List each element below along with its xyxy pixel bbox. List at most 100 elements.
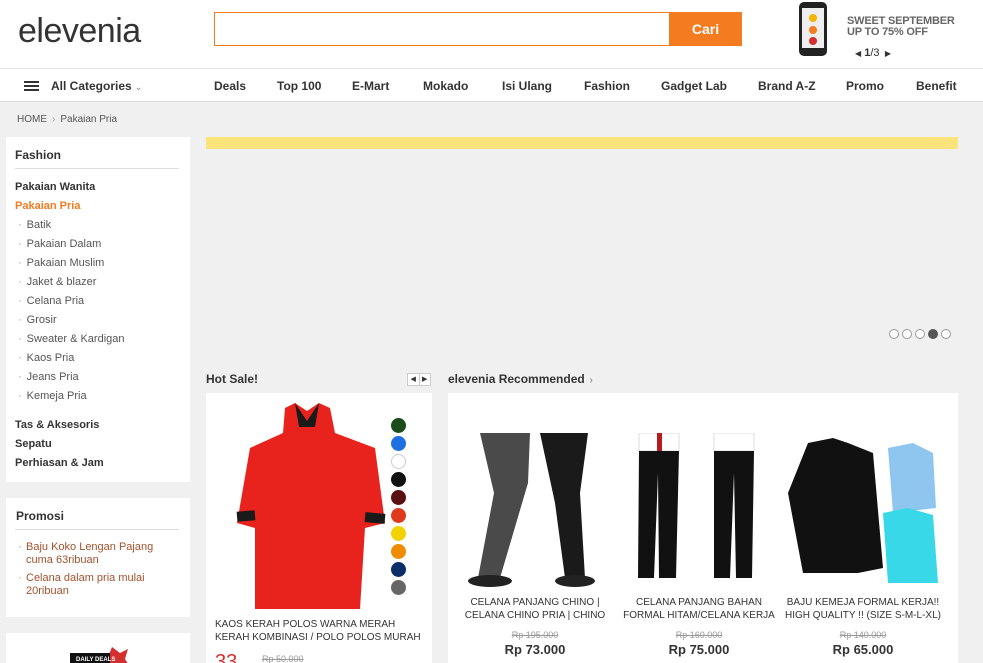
nav-item-isi-ulang[interactable]: Isi Ulang — [502, 79, 552, 93]
promosi-link-label: Baju Koko Lengan Pajang cuma 63ribuan — [26, 541, 154, 566]
nav-item-gadget-lab[interactable]: Gadget Lab — [661, 79, 727, 93]
hot-sale-card[interactable]: KAOS KERAH POLOS WARNA MERAH KERAH KOMBI… — [206, 393, 432, 663]
color-swatches — [391, 418, 406, 598]
nav-item-emart[interactable]: E-Mart — [352, 79, 389, 93]
breadcrumb-current[interactable]: Pakaian Pria — [60, 114, 117, 125]
prev-arrow-icon[interactable]: ◀ — [408, 374, 420, 385]
elevenia-logo[interactable]: elevenia — [18, 12, 141, 51]
banner-dot[interactable] — [915, 329, 925, 339]
breadcrumb: HOME › Pakaian Pria — [17, 114, 117, 125]
nav-item-fashion[interactable]: Fashion — [584, 79, 630, 93]
header: elevenia Cari SWEET SEPTEMBER UP TO 75% … — [0, 0, 983, 68]
menu-icon[interactable] — [24, 81, 39, 91]
product-price: 33 — [215, 651, 238, 663]
product-card[interactable]: BAJU KEMEJA FORMAL KERJA!! HIGH QUALITY … — [785, 433, 941, 657]
hero-banner[interactable] — [206, 137, 958, 349]
logo-text: elevenia — [18, 12, 141, 50]
phone-promo-icon[interactable] — [799, 2, 827, 56]
promosi-link[interactable]: · Celana dalam pria mulai 20ribuan — [18, 572, 178, 598]
all-categories-label: All Categories — [51, 79, 132, 93]
breadcrumb-home[interactable]: HOME — [17, 114, 47, 125]
swatch[interactable] — [391, 490, 406, 505]
product-name[interactable]: CELANA PANJANG CHINO | CELANA CHINO PRIA… — [455, 596, 615, 622]
main-nav: All Categories ⌄ Deals Top 100 E-Mart Mok… — [0, 68, 983, 102]
nav-item-brand-az[interactable]: Brand A-Z — [758, 79, 816, 93]
nav-item-benefit[interactable]: Benefit — [916, 79, 957, 93]
next-arrow-icon[interactable]: ▶ — [883, 49, 891, 58]
divider — [15, 168, 179, 169]
subcategory-item[interactable]: · Kemeja Pria — [18, 390, 87, 402]
product-old-price: Rp 195.000 — [511, 630, 559, 640]
category-tas-aksesoris[interactable]: Tas & Aksesoris — [15, 419, 99, 431]
subcategory-item[interactable]: · Sweater & Kardigan — [18, 333, 125, 345]
subcategory-item[interactable]: · Pakaian Dalam — [18, 238, 101, 250]
nav-item-mokado[interactable]: Mokado — [423, 79, 468, 93]
swatch[interactable] — [391, 508, 406, 523]
subcategory-item[interactable]: · Batik — [18, 219, 51, 231]
daily-deals-panel[interactable]: DAILY DEALS — [6, 633, 190, 663]
daily-deals-logo: DAILY DEALS — [70, 647, 128, 663]
promo-banner-text[interactable]: SWEET SEPTEMBER UP TO 75% OFF — [847, 16, 955, 38]
subcategory-item[interactable]: · Kaos Pria — [18, 352, 74, 364]
search-input[interactable] — [215, 13, 670, 45]
category-perhiasan-jam[interactable]: Perhiasan & Jam — [15, 457, 104, 469]
category-pakaian-wanita[interactable]: Pakaian Wanita — [15, 181, 95, 193]
promosi-title: Promosi — [16, 509, 65, 523]
promosi-link-label: Celana dalam pria mulai 20ribuan — [26, 572, 145, 597]
subcategory-label: Pakaian Muslim — [26, 257, 105, 269]
prev-arrow-icon[interactable]: ◀ — [855, 49, 861, 58]
subcategory-item[interactable]: · Jeans Pria — [18, 371, 79, 383]
product-name[interactable]: BAJU KEMEJA FORMAL KERJA!! HIGH QUALITY … — [783, 596, 943, 622]
banner-dot[interactable] — [889, 329, 899, 339]
subcategory-item[interactable]: · Pakaian Muslim — [18, 257, 104, 269]
recommended-title[interactable]: elevenia Recommended › — [448, 372, 593, 386]
banner-dot[interactable] — [941, 329, 951, 339]
chevron-right-icon: › — [586, 375, 593, 386]
search-box[interactable] — [214, 12, 670, 46]
subcategory-item[interactable]: · Celana Pria — [18, 295, 84, 307]
sidebar-title[interactable]: Fashion — [15, 148, 61, 162]
subcategory-label: Celana Pria — [26, 295, 85, 307]
swatch[interactable] — [391, 418, 406, 433]
swatch[interactable] — [391, 562, 406, 577]
product-name[interactable]: CELANA PANJANG BAHAN FORMAL HITAM/CELANA… — [619, 596, 779, 622]
product-image — [788, 438, 938, 583]
next-arrow-icon[interactable]: ▶ — [420, 374, 431, 385]
nav-item-deals[interactable]: Deals — [214, 79, 246, 93]
recommended-card: CELANA PANJANG CHINO | CELANA CHINO PRIA… — [448, 393, 958, 663]
banner-dot-active[interactable] — [928, 329, 938, 339]
subcategory-label: Batik — [26, 219, 52, 231]
category-pakaian-pria[interactable]: Pakaian Pria — [15, 200, 80, 212]
subcategory-label: Jaket & blazer — [26, 276, 97, 288]
product-name[interactable]: KAOS KERAH POLOS WARNA MERAH KERAH KOMBI… — [215, 618, 427, 644]
promo-line-2: UP TO 75% OFF — [847, 26, 928, 38]
subcategory-label: Jeans Pria — [26, 371, 79, 383]
swatch[interactable] — [391, 472, 406, 487]
nav-item-top100[interactable]: Top 100 — [277, 79, 321, 93]
banner-dot[interactable] — [902, 329, 912, 339]
swatch[interactable] — [391, 436, 406, 451]
subcategory-item[interactable]: · Grosir — [18, 314, 57, 326]
swatch[interactable] — [391, 526, 406, 541]
all-categories-dropdown[interactable]: All Categories ⌄ — [51, 79, 142, 93]
subcategory-label: Kaos Pria — [26, 352, 75, 364]
category-sepatu[interactable]: Sepatu — [15, 438, 52, 450]
banner-pagination — [889, 328, 954, 342]
subcategory-item[interactable]: · Jaket & blazer — [18, 276, 96, 288]
banner-strip — [206, 137, 958, 149]
nav-item-promo[interactable]: Promo — [846, 79, 884, 93]
product-card[interactable]: CELANA PANJANG BAHAN FORMAL HITAM/CELANA… — [623, 432, 775, 657]
swatch[interactable] — [391, 580, 406, 595]
pager-total: /3 — [870, 47, 880, 59]
promosi-link[interactable]: · Baju Koko Lengan Pajang cuma 63ribuan — [18, 541, 178, 567]
daily-deals-label: DAILY DEALS — [76, 657, 115, 663]
subcategory-label: Grosir — [26, 314, 57, 326]
swatch[interactable] — [391, 454, 406, 469]
search-button[interactable]: Cari — [669, 12, 742, 46]
product-card[interactable]: CELANA PANJANG CHINO | CELANA CHINO PRIA… — [460, 433, 610, 657]
promosi-panel: Promosi · Baju Koko Lengan Pajang cuma 63… — [6, 498, 190, 617]
swatch[interactable] — [391, 544, 406, 559]
product-image — [468, 433, 595, 587]
product-price: Rp 75.000 — [668, 642, 730, 657]
promo-pager: ◀ 1/3 ▶ — [855, 47, 891, 59]
